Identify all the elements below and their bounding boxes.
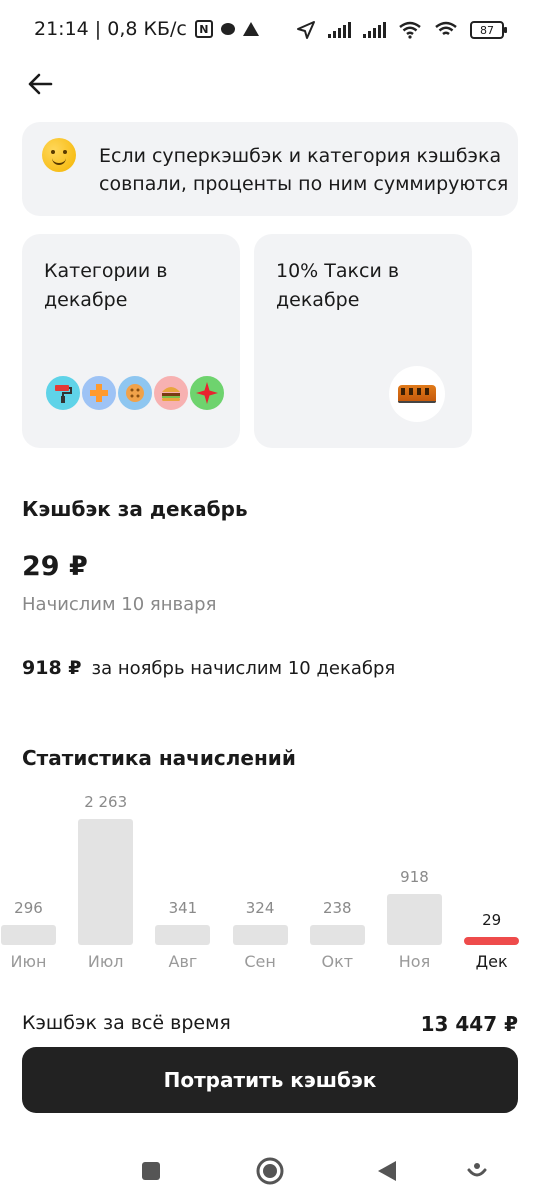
wifi-icon bbox=[399, 21, 421, 39]
bar-Июл[interactable] bbox=[78, 819, 134, 945]
smile-emoji-icon bbox=[42, 138, 76, 172]
total-value: 13 447 ₽ bbox=[420, 1012, 518, 1036]
bar-value-label: 29 bbox=[482, 911, 502, 929]
categories-card-title: Категории в декабре bbox=[44, 260, 168, 311]
taxi-card[interactable]: 10% Такси в декабре bbox=[254, 234, 472, 448]
cashback-amount: 29 ₽ bbox=[22, 551, 88, 582]
system-nav-bar bbox=[0, 1140, 540, 1200]
back-button[interactable] bbox=[22, 68, 58, 100]
prev-month-note: за ноябрь начислим 10 декабря bbox=[91, 658, 396, 679]
bar-month-label: Июн bbox=[10, 952, 47, 971]
info-text: Если суперкэшбэк и категория кэшбэка сов… bbox=[99, 145, 509, 195]
pharmacy-cross-icon bbox=[80, 374, 118, 412]
taxi-sign-icon bbox=[389, 366, 445, 422]
bar-value-label: 324 bbox=[245, 899, 275, 917]
stats-title: Статистика начислений bbox=[22, 746, 296, 770]
nfc-icon: N bbox=[194, 20, 213, 38]
status-bar: 21:14 | 0,8 КБ/с N 87 bbox=[0, 0, 540, 60]
bar-month-label: Дек bbox=[475, 952, 508, 971]
assistant-icon[interactable] bbox=[460, 1154, 494, 1188]
battery-icon: 87 bbox=[470, 21, 507, 39]
bar-month-label: Июл bbox=[87, 952, 124, 971]
prev-month-line: 918 ₽ за ноябрь начислим 10 декабря bbox=[22, 657, 395, 679]
home-circle-icon[interactable] bbox=[253, 1154, 287, 1188]
spend-cashback-button[interactable]: Потратить кэшбэк bbox=[22, 1047, 518, 1113]
location-arrow-icon bbox=[297, 21, 315, 39]
paint-roller-icon bbox=[44, 374, 82, 412]
back-triangle-icon[interactable] bbox=[370, 1154, 404, 1188]
button-icon bbox=[116, 374, 154, 412]
cashback-bar-chart: 296 Июн 2 263 Июл 341 Авг 324 Сен 238 Окт 918 Ноя 29… bbox=[0, 780, 540, 980]
burger-icon bbox=[152, 374, 190, 412]
bar-month-label: Сен bbox=[244, 952, 276, 971]
bar-value-label: 238 bbox=[322, 899, 352, 917]
categories-card[interactable]: Категории в декабре bbox=[22, 234, 240, 448]
recents-square-icon[interactable] bbox=[134, 1154, 168, 1188]
status-left: 21:14 | 0,8 КБ/с N bbox=[34, 18, 259, 40]
signal-2-icon bbox=[363, 22, 386, 38]
bar-value-label: 341 bbox=[168, 899, 198, 917]
wifi-call-icon bbox=[435, 21, 457, 36]
bar-Окт[interactable] bbox=[309, 925, 365, 945]
status-time-speed: 21:14 | 0,8 КБ/с bbox=[34, 18, 187, 40]
bar-month-label: Окт bbox=[321, 952, 354, 971]
total-label: Кэшбэк за всё время bbox=[22, 1012, 231, 1034]
accrual-note: Начислим 10 января bbox=[22, 594, 217, 615]
bar-Ноя[interactable] bbox=[387, 893, 442, 945]
bar-value-label: 918 bbox=[400, 867, 429, 886]
bar-value-label: 296 bbox=[14, 899, 43, 917]
bar-Авг[interactable] bbox=[155, 925, 211, 945]
message-icon bbox=[220, 23, 235, 35]
bar-Дек[interactable] bbox=[464, 937, 520, 945]
signal-1-icon bbox=[328, 22, 351, 38]
taxi-card-title: 10% Такси в декабре bbox=[276, 260, 400, 311]
bar-Июн[interactable] bbox=[1, 925, 56, 945]
spend-cashback-label: Потратить кэшбэк bbox=[163, 1068, 377, 1092]
cashback-month-title: Кэшбэк за декабрь bbox=[22, 497, 248, 521]
bar-value-label: 2 263 bbox=[84, 793, 128, 811]
bar-month-label: Ноя bbox=[398, 952, 431, 971]
arrow-left-icon bbox=[28, 73, 53, 95]
battery-level: 87 bbox=[480, 23, 494, 37]
status-right: 87 bbox=[296, 20, 507, 40]
bar-Сен[interactable] bbox=[232, 925, 288, 945]
warning-icon bbox=[242, 22, 259, 36]
info-card: Если суперкэшбэк и категория кэшбэка сов… bbox=[22, 122, 518, 216]
bar-month-label: Авг bbox=[168, 952, 198, 971]
star-sparkle-icon bbox=[188, 374, 226, 412]
prev-month-amount: 918 ₽ bbox=[22, 657, 82, 679]
category-icons-row bbox=[44, 374, 234, 414]
